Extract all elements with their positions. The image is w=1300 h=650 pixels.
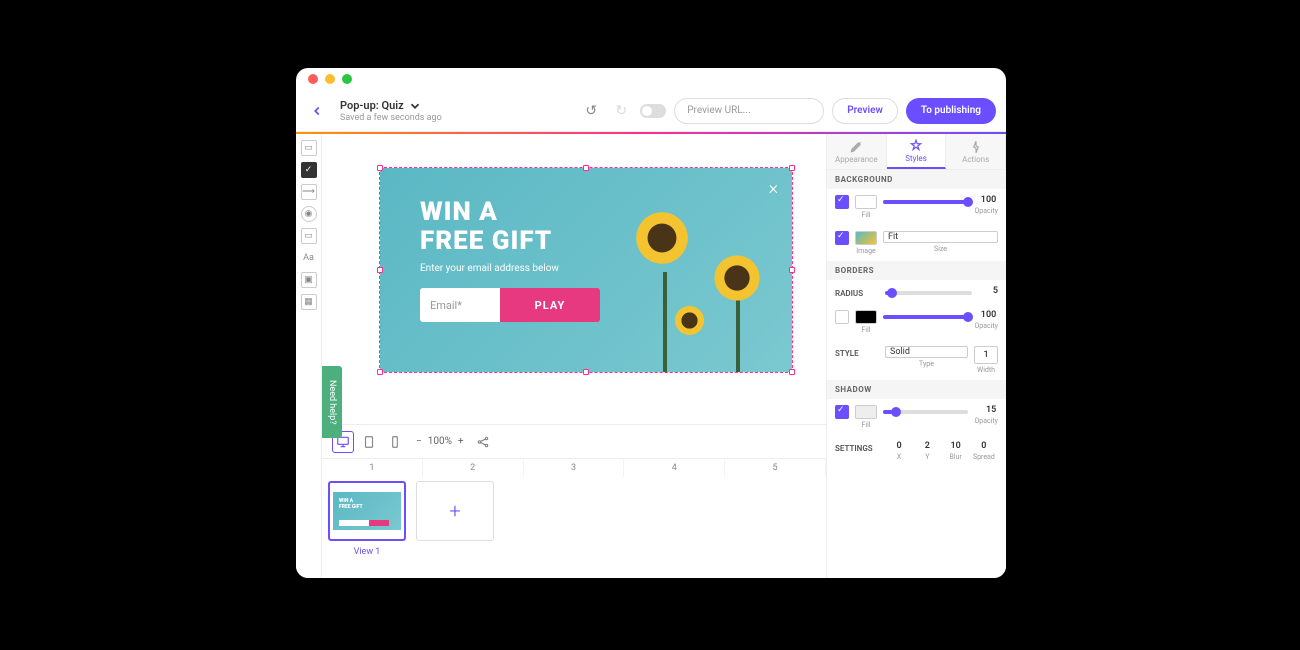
- design-canvas[interactable]: × WIN AFREE GIFT Enter your email addres…: [322, 134, 826, 424]
- add-view-button[interactable]: +: [414, 481, 496, 574]
- tool-radio[interactable]: ◉: [301, 206, 317, 222]
- publish-button[interactable]: To publishing: [906, 98, 996, 124]
- resize-handle-t[interactable]: [583, 165, 589, 171]
- border-opacity-slider[interactable]: [883, 315, 968, 319]
- shadow-opacity-slider[interactable]: [883, 410, 968, 414]
- resize-handle-l[interactable]: [377, 267, 383, 273]
- shadow-x-value[interactable]: 0: [897, 441, 902, 451]
- resize-handle-tl[interactable]: [377, 165, 383, 171]
- ruler-mark: 3: [524, 459, 625, 477]
- shadow-fill-swatch[interactable]: [855, 405, 877, 419]
- app-window: Pop-up: Quiz Saved a few seconds ago ↺ ↻…: [296, 68, 1006, 578]
- popup-background-image: [602, 168, 792, 372]
- share-button[interactable]: [472, 431, 494, 453]
- preview-toggle[interactable]: [640, 104, 666, 118]
- tool-text[interactable]: Aa: [301, 250, 317, 266]
- section-shadow: SHADOW: [827, 380, 1006, 399]
- bg-image-swatch[interactable]: [855, 231, 877, 245]
- shadow-y-value[interactable]: 2: [925, 441, 930, 451]
- shadow-blur-value[interactable]: 10: [950, 441, 960, 451]
- document-title[interactable]: Pop-up: Quiz: [340, 99, 442, 113]
- view-label: View 1: [354, 547, 381, 557]
- minimize-window-icon[interactable]: [325, 74, 335, 84]
- popup-play-button[interactable]: PLAY: [500, 288, 600, 322]
- popup-email-input[interactable]: Email*: [420, 288, 500, 322]
- resize-handle-b[interactable]: [583, 369, 589, 375]
- ruler-mark: 5: [725, 459, 826, 477]
- border-fill-checkbox[interactable]: [835, 310, 849, 324]
- zoom-in-button[interactable]: +: [458, 436, 464, 447]
- tool-input[interactable]: ▭: [301, 228, 317, 244]
- border-radius-slider[interactable]: [885, 291, 972, 295]
- popup-form: Email* PLAY: [420, 288, 600, 322]
- style-label: STYLE: [835, 346, 879, 358]
- preview-button[interactable]: Preview: [832, 98, 898, 124]
- save-status: Saved a few seconds ago: [340, 113, 442, 123]
- bg-image-checkbox[interactable]: [835, 231, 849, 245]
- section-background: BACKGROUND: [827, 170, 1006, 189]
- tool-container[interactable]: ▣: [301, 272, 317, 288]
- popup-element[interactable]: × WIN AFREE GIFT Enter your email addres…: [380, 168, 792, 372]
- zoom-out-button[interactable]: −: [416, 436, 422, 447]
- zoom-level: 100%: [428, 436, 452, 447]
- popup-headline[interactable]: WIN AFREE GIFT: [420, 198, 600, 255]
- actions-icon: [969, 140, 983, 154]
- tool-section[interactable]: ▭: [301, 140, 317, 156]
- view-thumbnail-1[interactable]: View 1: [326, 481, 408, 574]
- resize-handle-bl[interactable]: [377, 369, 383, 375]
- tab-appearance[interactable]: Appearance: [827, 134, 887, 169]
- border-fill-swatch[interactable]: [855, 310, 877, 324]
- redo-button[interactable]: ↻: [610, 100, 632, 122]
- panel-tabs: Appearance Styles Actions: [827, 134, 1006, 170]
- bg-fill-swatch[interactable]: [855, 195, 877, 209]
- zoom-controls: − 100% +: [416, 436, 464, 447]
- radius-label: RADIUS: [835, 286, 879, 298]
- popup-subline[interactable]: Enter your email address below: [420, 263, 600, 274]
- tab-actions[interactable]: Actions: [946, 134, 1006, 169]
- tool-checkbox[interactable]: ✓: [301, 162, 317, 178]
- bg-opacity-slider[interactable]: [883, 200, 968, 204]
- undo-button[interactable]: ↺: [580, 100, 602, 122]
- top-bar: Pop-up: Quiz Saved a few seconds ago ↺ ↻…: [296, 90, 1006, 132]
- ruler-mark: 2: [423, 459, 524, 477]
- document-title-area: Pop-up: Quiz Saved a few seconds ago: [340, 99, 442, 123]
- bg-size-select[interactable]: Fit: [883, 231, 998, 243]
- document-title-text: Pop-up: Quiz: [340, 99, 404, 112]
- canvas-area: Need help? × WI: [322, 134, 826, 578]
- left-toolbar: ▭ ✓ ⟶ ◉ ▭ Aa ▣ ▦: [296, 134, 322, 578]
- properties-panel: Appearance Styles Actions BACKGROUND Fil…: [826, 134, 1006, 578]
- bg-fill-checkbox[interactable]: [835, 195, 849, 209]
- device-mobile[interactable]: [384, 431, 406, 453]
- popup-content: WIN AFREE GIFT Enter your email address …: [380, 168, 600, 322]
- ruler-mark: 4: [624, 459, 725, 477]
- device-tablet[interactable]: [358, 431, 380, 453]
- shadow-fill-checkbox[interactable]: [835, 405, 849, 419]
- plus-icon: +: [449, 499, 460, 523]
- tab-styles[interactable]: Styles: [887, 134, 947, 169]
- back-button[interactable]: [306, 100, 328, 122]
- styles-icon: [909, 139, 923, 153]
- device-bar: − 100% +: [322, 424, 826, 458]
- appearance-icon: [849, 140, 863, 154]
- ruler-mark: 1: [322, 459, 423, 477]
- maximize-window-icon[interactable]: [342, 74, 352, 84]
- section-borders: BORDERS: [827, 261, 1006, 280]
- views-ruler: 1 2 3 4 5: [322, 459, 826, 477]
- close-window-icon[interactable]: [308, 74, 318, 84]
- views-panel: 1 2 3 4 5 View 1 +: [322, 458, 826, 578]
- window-titlebar: [296, 68, 1006, 90]
- shadow-settings-label: SETTINGS: [835, 441, 879, 453]
- preview-url-input[interactable]: Preview URL...: [674, 98, 824, 124]
- views-row: View 1 +: [322, 477, 826, 578]
- chevron-down-icon: [408, 99, 422, 113]
- tool-image[interactable]: ▦: [301, 294, 317, 310]
- border-width-input[interactable]: [974, 346, 998, 364]
- shadow-spread-value[interactable]: 0: [981, 441, 986, 451]
- border-type-select[interactable]: Solid: [885, 346, 968, 358]
- tool-button[interactable]: ⟶: [301, 184, 317, 200]
